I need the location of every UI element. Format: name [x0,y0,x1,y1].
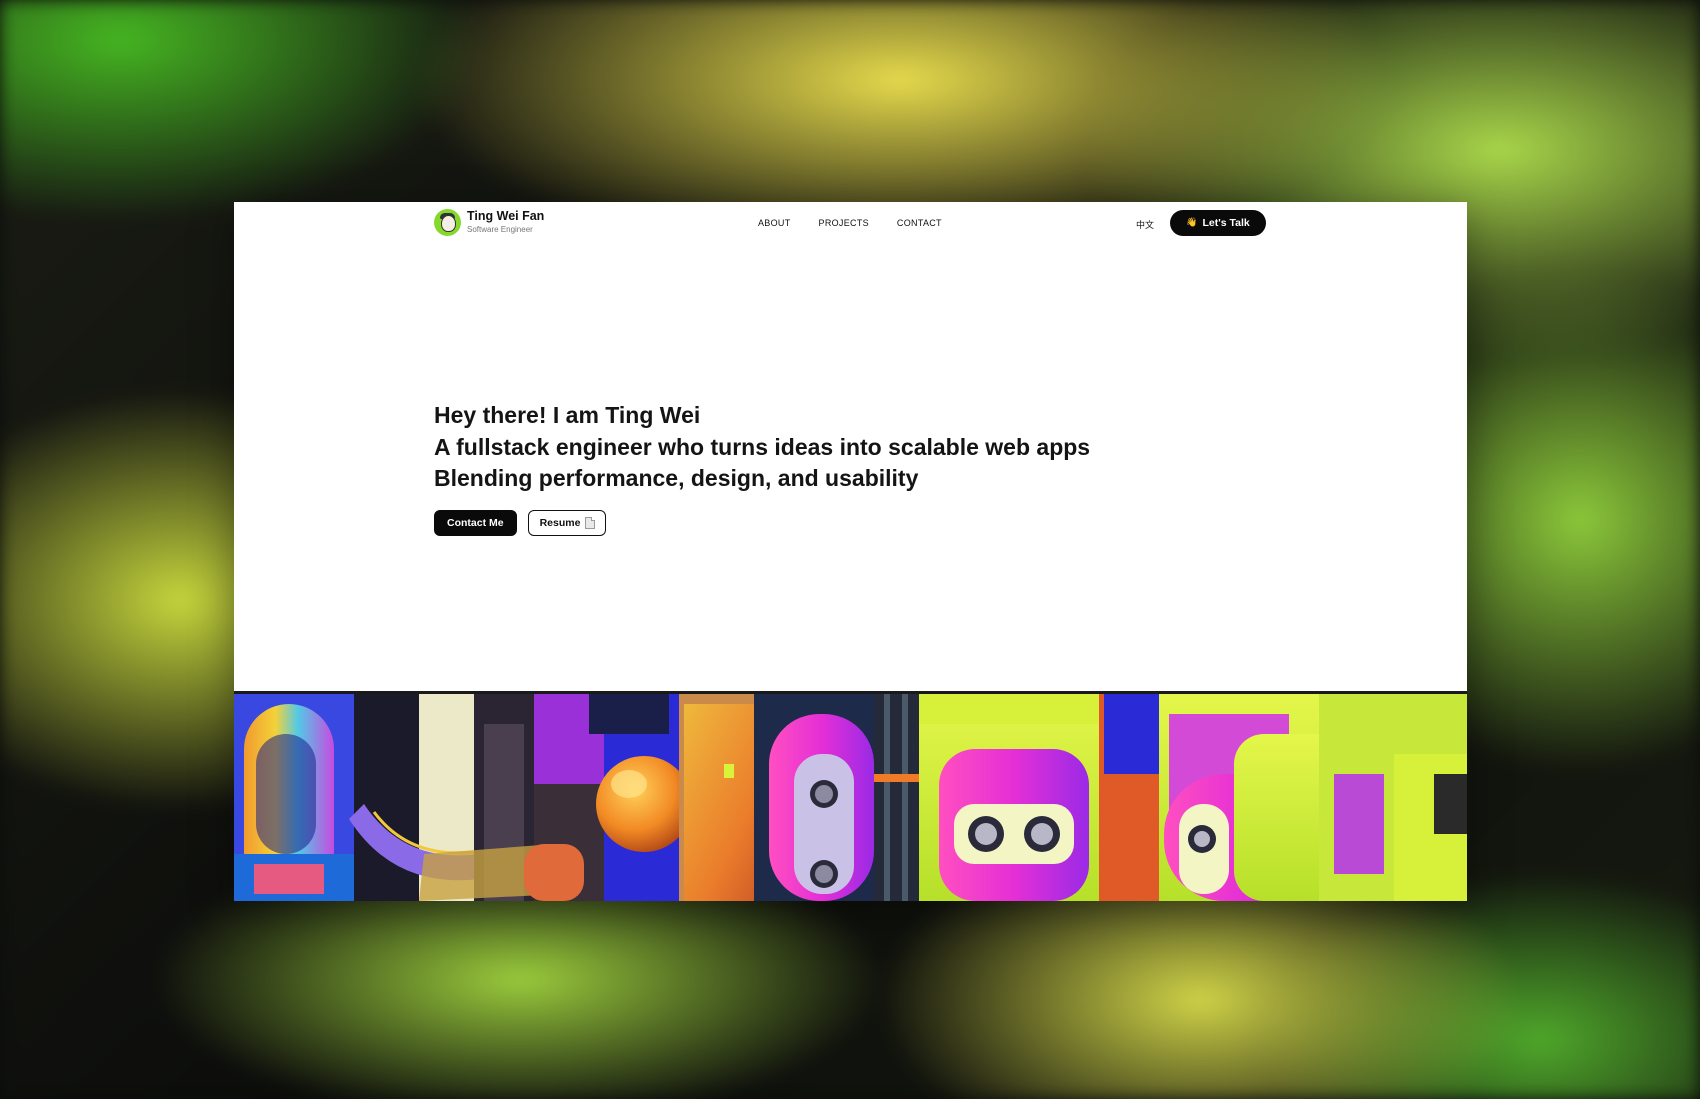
hero-actions: Contact Me Resume [434,510,607,536]
lets-talk-button[interactable]: 👋 Let's Talk [1170,210,1266,236]
hero-line-tagline: Blending performance, design, and usabil… [434,465,919,491]
contact-me-button[interactable]: Contact Me [434,510,517,536]
document-icon [585,517,596,529]
brand[interactable]: Ting Wei Fan Software Engineer [434,209,544,236]
screenshot-stage: Ting Wei Fan Software Engineer ABOUT PRO… [0,0,1700,1099]
mechanical-artwork-illustration [234,694,1467,901]
hero-artwork-banner [234,691,1467,901]
avatar-face [441,215,456,232]
hero-line-greeting: Hey there! I am Ting Wei [434,402,701,428]
resume-button[interactable]: Resume [527,510,607,536]
wave-hand-icon: 👋 [1186,218,1198,228]
nav-link-projects[interactable]: PROJECTS [819,218,869,228]
website-window: Ting Wei Fan Software Engineer ABOUT PRO… [234,202,1467,901]
nav-menu: ABOUT PROJECTS CONTACT [758,218,942,228]
top-navigation: Ting Wei Fan Software Engineer ABOUT PRO… [234,202,1467,246]
resume-label: Resume [539,517,581,529]
brand-text: Ting Wei Fan Software Engineer [467,209,545,235]
brand-role: Software Engineer [467,224,533,234]
hero-line-role: A fullstack engineer who turns ideas int… [434,433,1091,460]
nav-link-about[interactable]: ABOUT [758,218,791,228]
avatar [434,209,461,236]
language-toggle[interactable]: 中文 [1136,218,1154,231]
nav-link-contact[interactable]: CONTACT [897,218,942,228]
hero-heading: Hey there! I am Ting Wei A fullstack eng… [434,400,1090,495]
brand-name: Ting Wei Fan [467,209,545,224]
lets-talk-label: Let's Talk [1202,217,1250,229]
